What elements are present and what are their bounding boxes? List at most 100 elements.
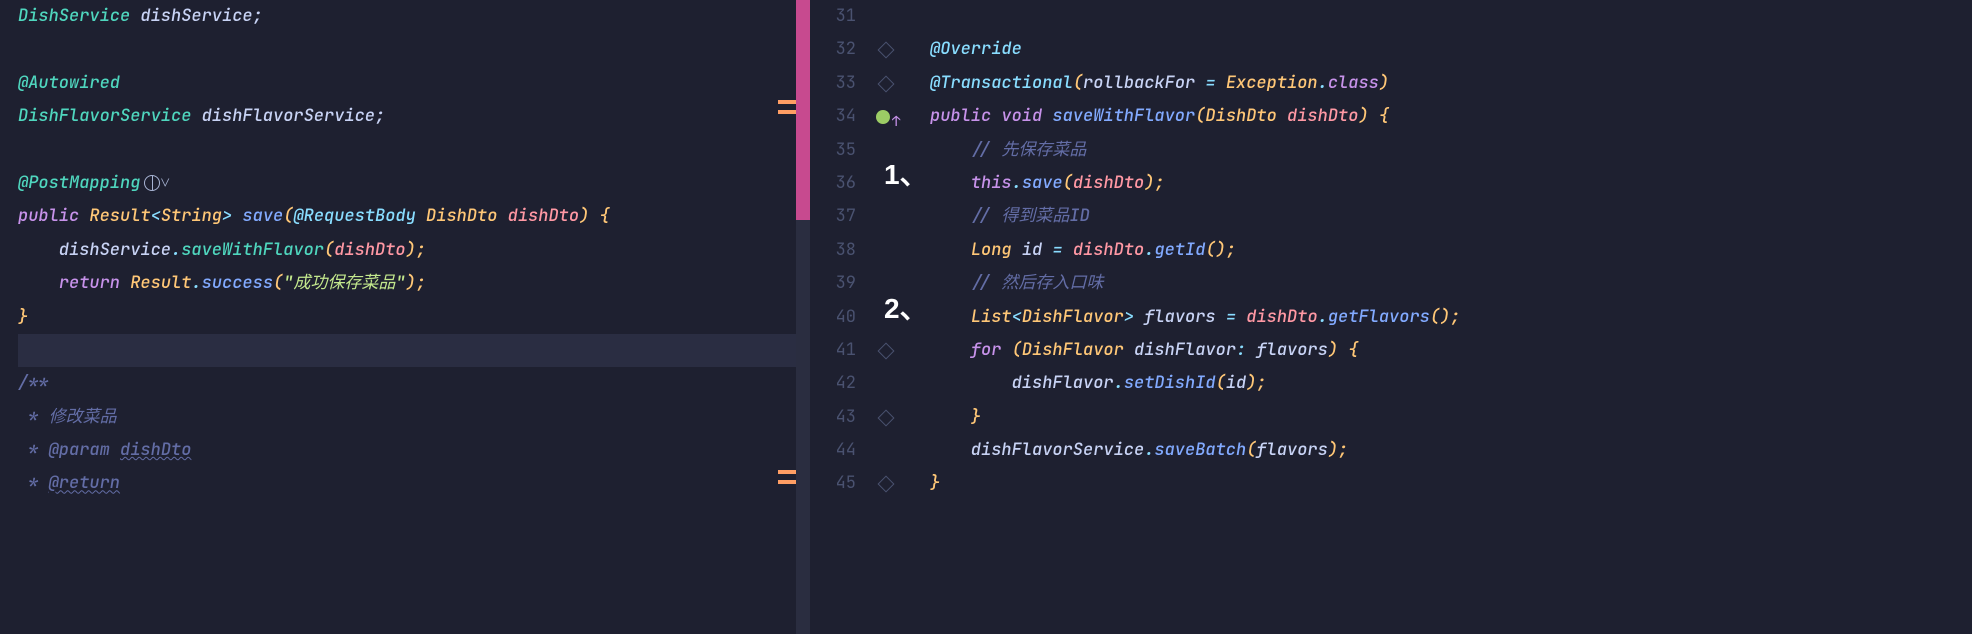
code-line[interactable]: for (DishFlavor dishFlavor: flavors) {	[930, 334, 1972, 367]
code-token: Exception	[1226, 72, 1318, 94]
code-token: );	[1328, 439, 1348, 461]
code-line[interactable]: @Autowired	[18, 67, 810, 100]
code-line[interactable]: }	[930, 401, 1972, 434]
code-token: /**	[18, 372, 49, 394]
code-token: }	[930, 472, 940, 494]
right-code-area[interactable]: @Override@Transactional(rollbackFor = Ex…	[920, 0, 1972, 634]
code-line[interactable]: dishFlavor.setDishId(id);	[930, 367, 1972, 400]
code-token: }	[18, 306, 28, 328]
code-token: (	[1063, 172, 1073, 194]
chevron-down-icon: ˅	[160, 172, 170, 194]
code-line[interactable]: return Result.success("成功保存菜品");	[18, 267, 810, 300]
fold-marker-icon[interactable]	[878, 409, 895, 426]
code-line[interactable]: }	[18, 301, 810, 334]
code-token: DishDto	[1205, 105, 1287, 127]
code-token: (	[273, 272, 283, 294]
code-token: .	[191, 272, 201, 294]
code-token: *	[18, 472, 49, 494]
code-token: void	[1001, 105, 1052, 127]
code-token: public	[930, 105, 1001, 127]
code-line[interactable]: // 先保存菜品	[930, 134, 1972, 167]
code-line[interactable]: // 然后存入口味	[930, 267, 1972, 300]
code-token: .	[1144, 439, 1154, 461]
code-line[interactable]: /**	[18, 367, 810, 400]
fold-marker-icon[interactable]	[878, 75, 895, 92]
code-token: (	[1195, 105, 1205, 127]
code-token: DishFlavorService	[18, 105, 191, 127]
fold-marker-icon[interactable]	[878, 42, 895, 59]
fold-marker-icon[interactable]	[878, 342, 895, 359]
code-token: dishDto	[334, 239, 405, 261]
code-token: dishDto	[508, 205, 579, 227]
code-line[interactable]	[930, 0, 1972, 33]
line-number: 35	[810, 134, 856, 167]
code-token: );	[406, 272, 426, 294]
right-editor-pane[interactable]: 313233343536373839404142434445 ↑ @Overri…	[810, 0, 1972, 634]
code-token: saveWithFlavor	[1052, 105, 1195, 127]
code-token: );	[1246, 372, 1266, 394]
left-editor-pane[interactable]: DishService dishService; @Autowired DishF…	[0, 0, 810, 634]
code-line[interactable]: @Transactional(rollbackFor = Exception.c…	[930, 67, 1972, 100]
code-token: >	[1124, 306, 1144, 328]
line-number: 40	[810, 301, 856, 334]
code-token: return	[59, 272, 130, 294]
code-token	[930, 205, 971, 227]
code-token: flavors	[1256, 439, 1327, 461]
code-token: this	[971, 172, 1012, 194]
code-token: (	[1073, 72, 1083, 94]
fold-marker-icon[interactable]	[878, 476, 895, 493]
code-line[interactable]: public Result<String> save(@RequestBody …	[18, 200, 810, 233]
code-line[interactable]: }	[930, 467, 1972, 500]
code-token: success	[202, 272, 273, 294]
code-token: saveBatch	[1154, 439, 1246, 461]
code-line[interactable]: public void saveWithFlavor(DishDto dishD…	[930, 100, 1972, 133]
code-token: dishDto	[1287, 105, 1358, 127]
code-token: .	[1318, 72, 1328, 94]
code-token: dishDto	[120, 439, 191, 461]
code-line[interactable]	[18, 134, 810, 167]
code-token: save	[1022, 172, 1063, 194]
code-token: :	[1236, 339, 1256, 361]
annotation-label: 2、	[884, 292, 928, 325]
code-line[interactable]: DishService dishService;	[18, 0, 810, 33]
code-line[interactable]: List<DishFlavor> flavors = dishDto.getFl…	[930, 301, 1972, 334]
line-number: 32	[810, 33, 856, 66]
diff-marker-icon	[778, 110, 796, 114]
code-line[interactable]: * 修改菜品	[18, 401, 810, 434]
code-line[interactable]: this.save(dishDto);	[930, 167, 1972, 200]
line-number: 43	[810, 401, 856, 434]
code-line[interactable]: dishService.saveWithFlavor(dishDto);	[18, 234, 810, 267]
code-line[interactable]: @PostMapping˅	[18, 167, 810, 200]
code-token: .	[171, 239, 181, 261]
code-line[interactable]: @Override	[930, 33, 1972, 66]
code-token: setDishId	[1124, 372, 1216, 394]
code-token: @Autowired	[18, 72, 120, 94]
code-line[interactable]: DishFlavorService dishFlavorService;	[18, 100, 810, 133]
line-number: 33	[810, 67, 856, 100]
code-line[interactable]	[18, 33, 810, 66]
code-line[interactable]	[18, 334, 810, 367]
code-token: );	[406, 239, 426, 261]
left-scrollbar[interactable]	[796, 0, 810, 634]
code-line[interactable]: * @return	[18, 467, 810, 500]
code-token: Result	[130, 272, 191, 294]
code-line[interactable]: Long id = dishDto.getId();	[930, 234, 1972, 267]
code-token: DishFlavor	[1022, 306, 1124, 328]
code-token: =	[1226, 306, 1246, 328]
code-line[interactable]: dishFlavorService.saveBatch(flavors);	[930, 434, 1972, 467]
code-token	[930, 139, 971, 161]
code-token: (	[283, 205, 293, 227]
left-code-area[interactable]: DishService dishService; @Autowired DishF…	[0, 0, 810, 501]
code-token: *	[18, 406, 49, 428]
code-token: // 然后存入口味	[971, 272, 1104, 294]
code-token: dishFlavorService	[930, 439, 1144, 461]
code-line[interactable]: * @param dishDto	[18, 434, 810, 467]
code-token: id	[1226, 372, 1246, 394]
code-token: .	[1318, 306, 1328, 328]
code-token: @return	[49, 472, 120, 494]
code-line[interactable]: // 得到菜品ID	[930, 200, 1972, 233]
line-number: 34	[810, 100, 856, 133]
override-gutter-icon[interactable]	[876, 110, 890, 124]
code-token: // 先保存菜品	[971, 139, 1087, 161]
code-token: )	[1379, 72, 1389, 94]
